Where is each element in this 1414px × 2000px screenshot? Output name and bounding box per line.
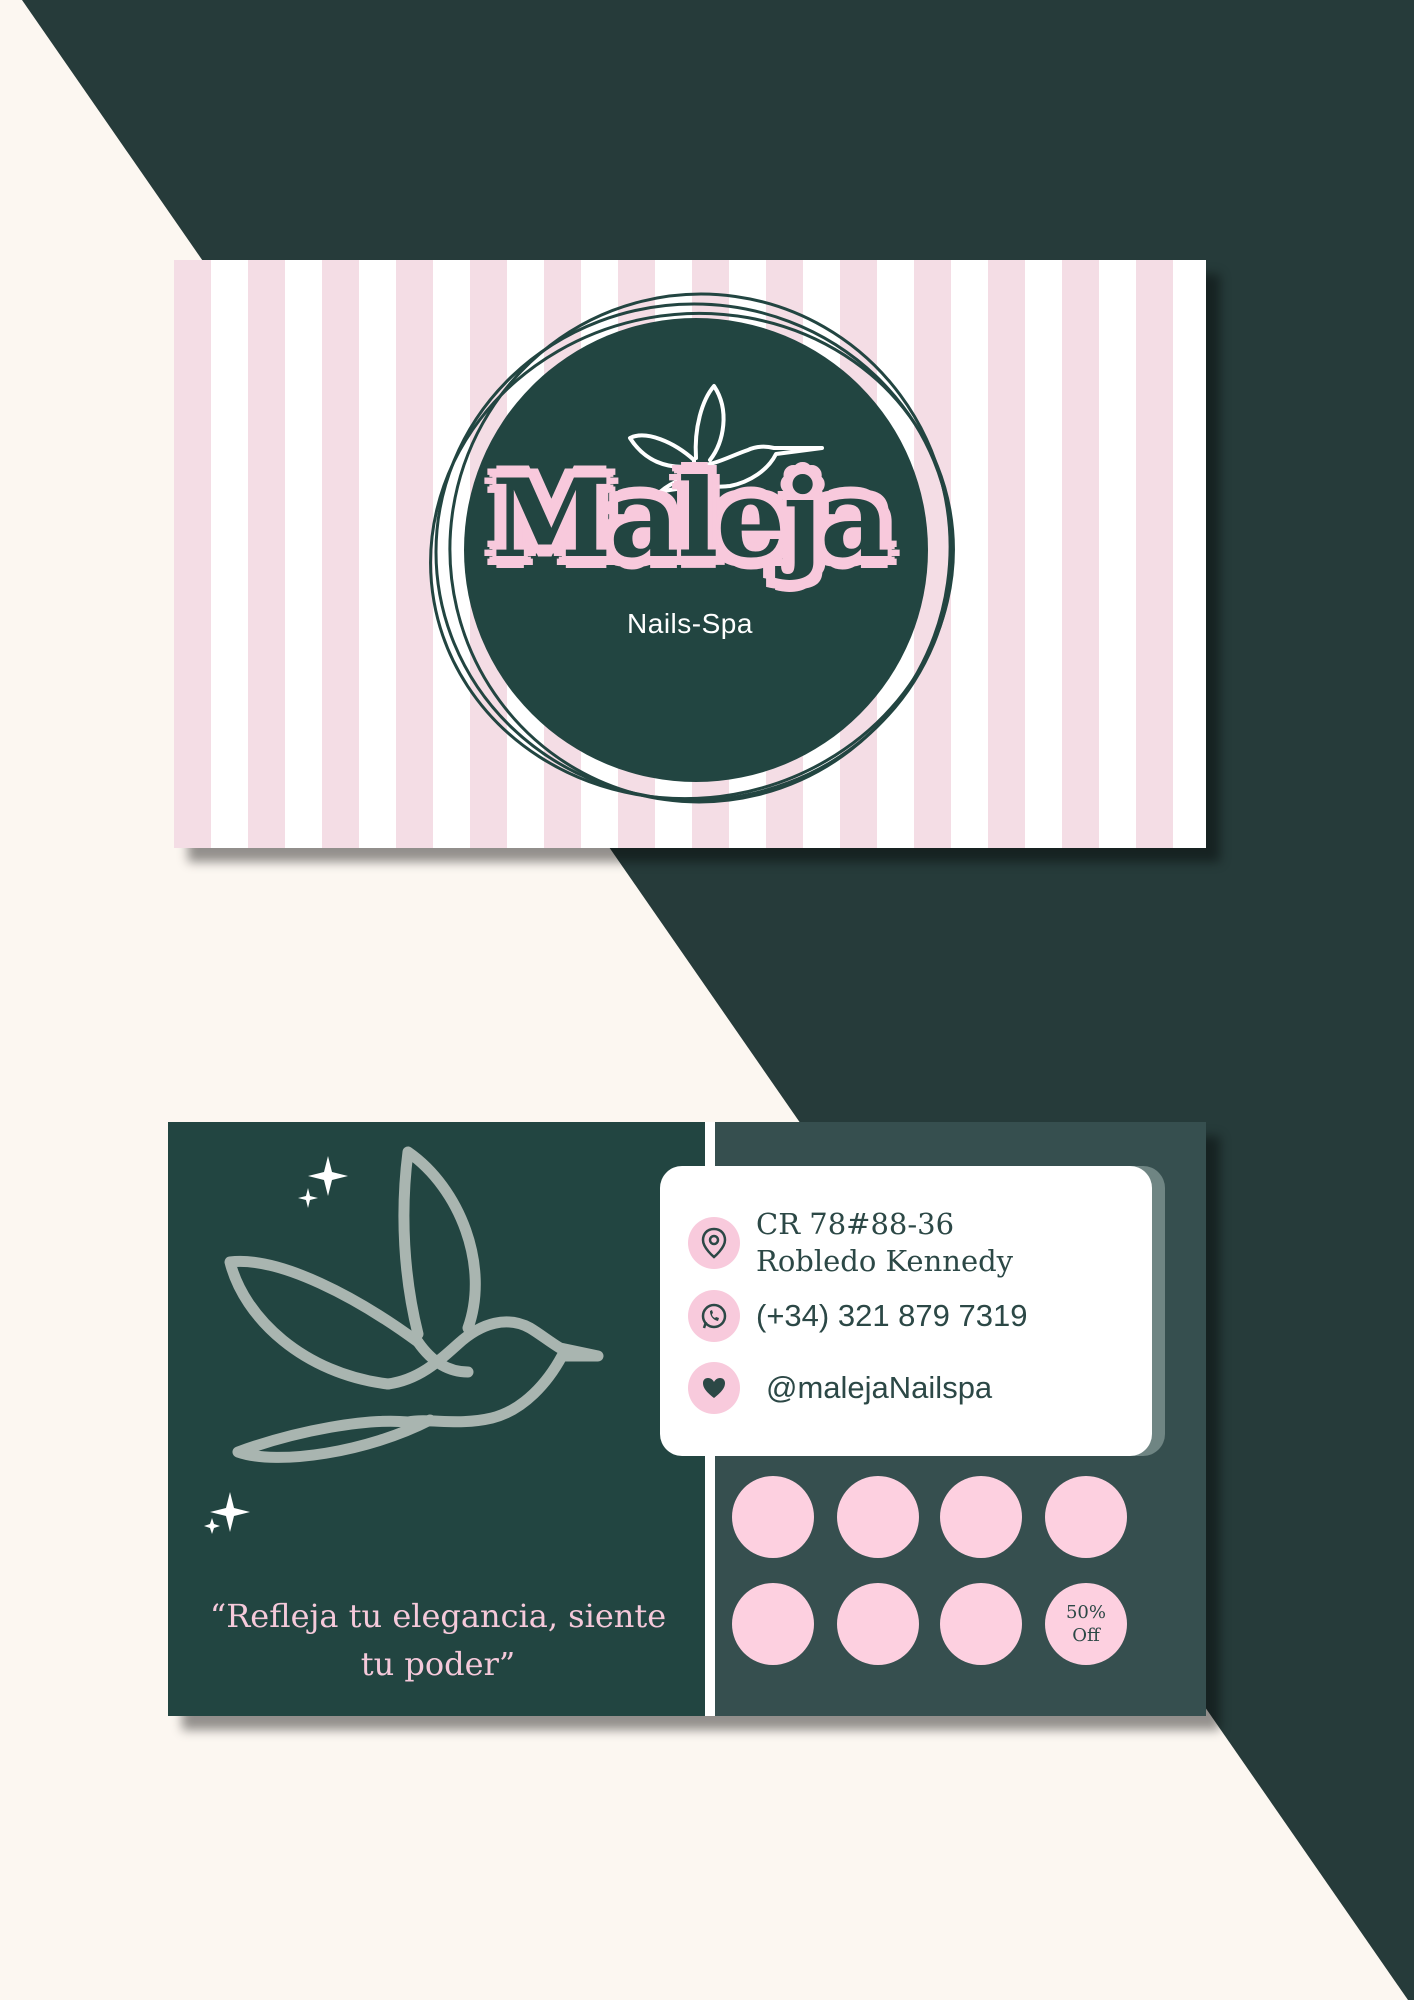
stamp-circle: [732, 1583, 814, 1665]
contact-card: CR 78#88-36 Robledo Kennedy (+34) 321 87…: [660, 1166, 1152, 1456]
stamp-reward: 50% Off: [1045, 1583, 1127, 1665]
business-card-front: Maleja Nails-Spa: [174, 260, 1206, 848]
hummingbird-icon: [224, 1146, 604, 1463]
stamp-circle: [837, 1583, 919, 1665]
stamp-circle: [940, 1476, 1022, 1558]
heart-icon: [688, 1362, 740, 1414]
whatsapp-icon: [688, 1290, 740, 1342]
business-card-back: “Refleja tu elegancia, siente tu poder” …: [168, 1122, 1206, 1716]
social-handle[interactable]: @malejaNailspa: [766, 1370, 992, 1406]
reward-percent: 50%: [1065, 1602, 1106, 1623]
reward-label: 50% Off: [1066, 1601, 1106, 1647]
stamp-circle: [940, 1583, 1022, 1665]
phone-row: (+34) 321 879 7319: [688, 1290, 1027, 1342]
brand-subtitle: Nails-Spa: [627, 608, 753, 639]
sparkle-icon: [204, 1156, 348, 1534]
address-line1: CR 78#88-36: [756, 1207, 955, 1241]
stamp-circle: [1045, 1476, 1127, 1558]
slogan-quote: “Refleja tu elegancia, siente tu poder”: [209, 1597, 667, 1683]
address-text: CR 78#88-36 Robledo Kennedy: [756, 1206, 1013, 1280]
reward-off: Off: [1072, 1625, 1100, 1646]
brand-name: Maleja: [491, 456, 890, 582]
stamp-circle: [732, 1476, 814, 1558]
social-row: @malejaNailspa: [688, 1362, 992, 1414]
address-row: CR 78#88-36 Robledo Kennedy: [688, 1206, 1013, 1280]
location-pin-icon: [688, 1217, 740, 1269]
stamp-circle: [837, 1476, 919, 1558]
phone-number[interactable]: (+34) 321 879 7319: [756, 1298, 1027, 1334]
address-line2: Robledo Kennedy: [756, 1244, 1014, 1278]
